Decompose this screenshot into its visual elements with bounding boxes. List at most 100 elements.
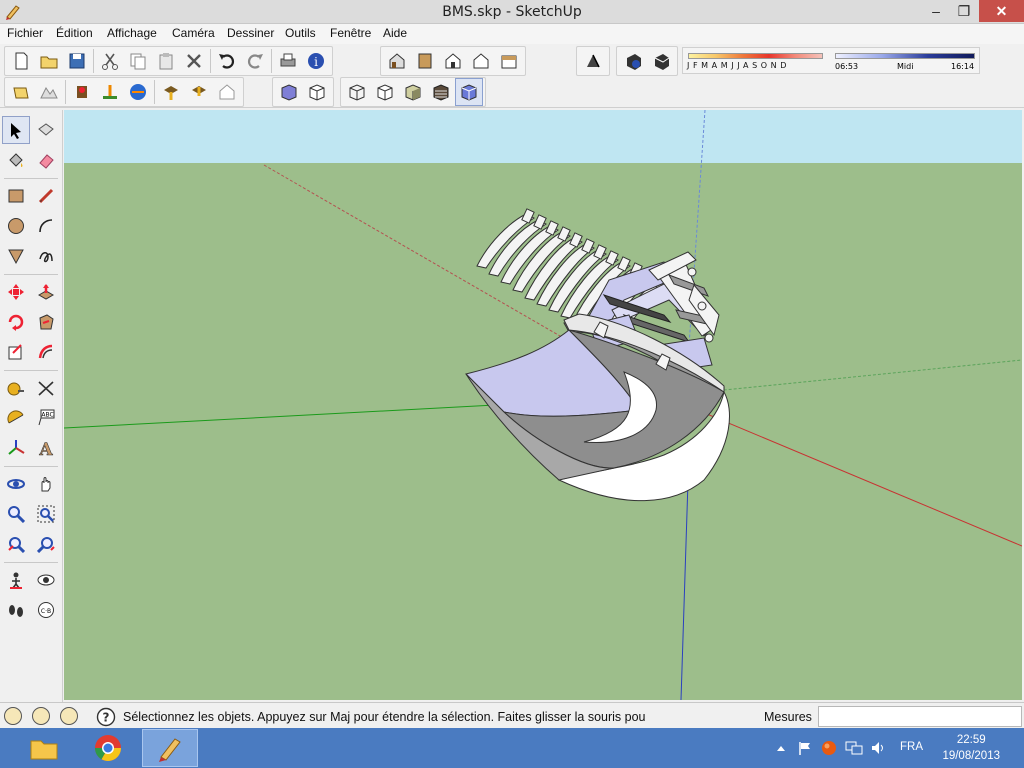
close-button[interactable]: ✕ — [979, 0, 1024, 22]
back-edges-icon[interactable] — [303, 78, 331, 106]
offset-icon[interactable] — [32, 338, 60, 366]
styles-toolbar-b — [340, 77, 486, 107]
tape-measure-icon[interactable] — [2, 374, 30, 402]
hidden-line-icon[interactable] — [371, 78, 399, 106]
system-clock[interactable]: 22:59 19/08/2013 — [942, 732, 1000, 764]
volume-icon[interactable] — [870, 740, 886, 756]
paste-icon[interactable] — [152, 47, 180, 75]
location-icon[interactable] — [7, 78, 35, 106]
fog-icon[interactable] — [647, 47, 675, 75]
push-pull-icon[interactable] — [32, 278, 60, 306]
zoom-extents-icon[interactable] — [2, 530, 30, 558]
move-icon[interactable] — [2, 278, 30, 306]
section-plane-icon[interactable]: C·B — [32, 596, 60, 624]
protractor-icon[interactable] — [2, 404, 30, 432]
polygon-icon[interactable] — [2, 242, 30, 270]
print-icon[interactable] — [274, 47, 302, 75]
menu-file[interactable]: Fichier — [7, 26, 43, 40]
undo-icon[interactable] — [213, 47, 241, 75]
orbit-icon[interactable] — [2, 470, 30, 498]
credits-icon[interactable] — [32, 707, 50, 725]
new-icon[interactable] — [7, 47, 35, 75]
scale-icon[interactable] — [2, 338, 30, 366]
chrome-task[interactable] — [80, 729, 136, 767]
model-canvas[interactable] — [64, 110, 1022, 700]
standard-toolbar: i — [4, 46, 333, 76]
open-icon[interactable] — [35, 47, 63, 75]
copy-icon[interactable] — [124, 47, 152, 75]
save-icon[interactable] — [63, 47, 91, 75]
rectangle-icon[interactable] — [2, 182, 30, 210]
help-icon[interactable]: ? — [96, 707, 116, 727]
wireframe-icon[interactable] — [343, 78, 371, 106]
3d-text-icon[interactable]: A — [32, 434, 60, 462]
text-icon[interactable]: ABC — [32, 404, 60, 432]
previous-view-icon[interactable] — [32, 530, 60, 558]
front-view-icon[interactable] — [439, 47, 467, 75]
position-camera-icon[interactable] — [2, 566, 30, 594]
maximize-button[interactable]: ❐ — [950, 0, 978, 22]
language-indicator[interactable]: FRA — [900, 741, 923, 753]
measures-input[interactable] — [818, 706, 1022, 727]
update-orb-icon[interactable] — [821, 740, 837, 756]
get-models-icon[interactable] — [68, 78, 96, 106]
get-photo-texture-icon[interactable] — [157, 78, 185, 106]
cut-icon[interactable] — [96, 47, 124, 75]
circle-icon[interactable] — [2, 212, 30, 240]
freehand-icon[interactable] — [32, 242, 60, 270]
time-slider[interactable] — [835, 53, 975, 59]
zoom-window-icon[interactable] — [32, 500, 60, 528]
eraser-icon[interactable] — [32, 146, 60, 174]
dimension-icon[interactable] — [32, 374, 60, 402]
iso-view-icon[interactable] — [383, 47, 411, 75]
line-icon[interactable] — [32, 182, 60, 210]
shadow-display-toolbar — [616, 46, 678, 76]
zoom-icon[interactable] — [2, 500, 30, 528]
menu-help[interactable]: Aide — [383, 26, 407, 40]
earth-icon[interactable] — [124, 78, 152, 106]
menu-draw[interactable]: Dessiner — [227, 26, 274, 40]
menu-view[interactable]: Affichage — [107, 26, 157, 40]
file-explorer-task[interactable] — [16, 729, 72, 767]
menu-bar: Fichier Édition Affichage Caméra Dessine… — [0, 24, 1024, 44]
back-view-icon[interactable] — [495, 47, 523, 75]
month-slider[interactable] — [688, 53, 823, 59]
axes-icon[interactable] — [2, 434, 30, 462]
walk-icon[interactable] — [2, 596, 30, 624]
erase-icon[interactable] — [180, 47, 208, 75]
menu-camera[interactable]: Caméra — [172, 26, 215, 40]
menu-tools[interactable]: Outils — [285, 26, 316, 40]
rotate-icon[interactable] — [2, 308, 30, 336]
select-tool-icon[interactable] — [2, 116, 30, 144]
model-info-icon[interactable]: i — [302, 47, 330, 75]
monochrome-icon[interactable] — [455, 78, 483, 106]
action-center-flag-icon[interactable] — [797, 740, 813, 756]
tray-expand-icon[interactable] — [776, 744, 786, 752]
arc-icon[interactable] — [32, 212, 60, 240]
make-component-icon[interactable] — [32, 116, 60, 144]
redo-icon[interactable] — [241, 47, 269, 75]
user-status-icon[interactable] — [60, 707, 78, 725]
menu-edit[interactable]: Édition — [56, 26, 93, 40]
drawing-viewport[interactable] — [64, 110, 1022, 700]
sketchup-task[interactable] — [142, 729, 198, 767]
shaded-textures-icon[interactable] — [427, 78, 455, 106]
right-view-icon[interactable] — [467, 47, 495, 75]
shadows-icon[interactable] — [619, 47, 647, 75]
paint-bucket-icon[interactable] — [2, 146, 30, 174]
preview-icon[interactable] — [213, 78, 241, 106]
share-model-icon[interactable] — [96, 78, 124, 106]
follow-me-icon[interactable] — [32, 308, 60, 336]
xray-icon[interactable] — [275, 78, 303, 106]
network-icon[interactable] — [845, 740, 863, 756]
pan-icon[interactable] — [32, 470, 60, 498]
look-around-icon[interactable] — [32, 566, 60, 594]
toggle-terrain-icon[interactable] — [35, 78, 63, 106]
minimize-button[interactable]: – — [922, 0, 950, 22]
add-location-icon[interactable] — [185, 78, 213, 106]
geo-location-icon[interactable] — [4, 707, 22, 725]
shaded-icon[interactable] — [399, 78, 427, 106]
shadow-settings-icon[interactable] — [579, 47, 607, 75]
top-view-icon[interactable] — [411, 47, 439, 75]
menu-window[interactable]: Fenêtre — [330, 26, 371, 40]
